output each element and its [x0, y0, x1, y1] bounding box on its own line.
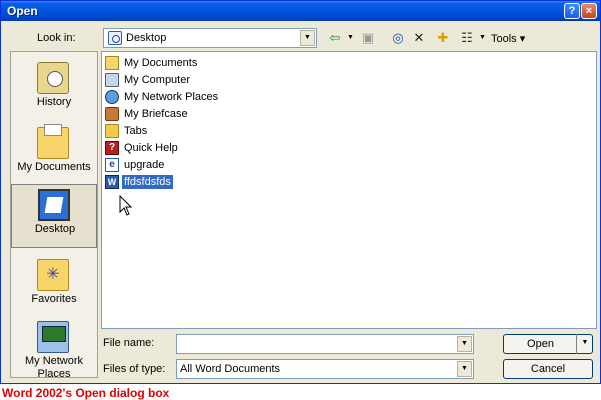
file-name: Quick Help — [124, 142, 178, 154]
views-dropdown-icon[interactable]: ▼ — [479, 31, 486, 45]
word-document-icon: W — [105, 175, 119, 189]
place-label: My Network Places — [24, 355, 84, 380]
chevron-down-icon[interactable]: ▼ — [457, 361, 472, 377]
title-bar: Open ? × — [1, 1, 600, 21]
tools-label: Tools — [491, 33, 517, 45]
files-of-type-select[interactable]: All Word Documents ▼ — [176, 359, 474, 379]
look-in-label: Look in: — [37, 32, 76, 44]
desktop-icon — [38, 189, 70, 221]
file-list[interactable]: My Documents My Computer My Network Plac… — [101, 51, 597, 329]
help-file-icon: ? — [105, 141, 119, 155]
history-icon — [37, 62, 69, 94]
tools-menu[interactable]: Tools ▾ — [491, 32, 525, 45]
dialog-title: Open — [7, 4, 38, 18]
folder-icon — [105, 124, 119, 138]
files-of-type-value: All Word Documents — [180, 363, 281, 375]
mouse-cursor-icon — [119, 195, 133, 216]
my-documents-icon — [37, 124, 69, 159]
my-documents-icon — [105, 56, 119, 70]
place-label: Desktop — [34, 223, 76, 235]
place-label: Favorites — [31, 293, 77, 305]
place-my-documents[interactable]: My Documents — [11, 123, 97, 187]
file-name-input[interactable]: ▼ — [176, 334, 474, 354]
network-places-icon — [37, 321, 69, 353]
file-name: upgrade — [124, 159, 165, 171]
open-dialog: Open ? × Look in: Desktop ▼ ⇦ ▼ ▣ ◎ ✕ ✚ … — [0, 0, 601, 384]
help-button[interactable]: ? — [564, 3, 580, 19]
open-label: Open — [527, 338, 554, 350]
file-name-label: File name: — [103, 337, 155, 349]
file-name: My Documents — [124, 57, 198, 69]
look-in-combo[interactable]: Desktop ▼ — [103, 28, 317, 48]
file-name: My Computer — [124, 74, 191, 86]
open-options-chevron-icon[interactable]: ▼ — [576, 334, 593, 354]
chevron-down-icon[interactable]: ▼ — [300, 30, 315, 46]
files-of-type-label: Files of type: — [103, 363, 166, 375]
favorites-icon: ✳ — [37, 259, 69, 291]
file-name: My Briefcase — [124, 108, 188, 120]
close-button[interactable]: × — [581, 3, 597, 19]
search-web-icon[interactable]: ◎ — [389, 29, 407, 47]
place-history[interactable]: History — [11, 58, 97, 122]
back-icon[interactable]: ⇦ — [325, 29, 345, 47]
place-my-network-places[interactable]: My Network Places — [11, 317, 97, 380]
views-icon[interactable]: ☷ — [457, 29, 477, 47]
cancel-button[interactable]: Cancel — [503, 359, 593, 379]
chevron-down-icon[interactable]: ▼ — [457, 336, 472, 352]
chevron-down-icon: ▾ — [519, 33, 526, 45]
desktop-icon — [108, 31, 122, 45]
places-bar: History My Documents Desktop ✳ Favorites… — [10, 51, 98, 380]
delete-icon[interactable]: ✕ — [411, 29, 427, 47]
file-name: ffdsfdsfds — [122, 175, 173, 189]
shortcut-icon: e — [105, 158, 119, 172]
look-in-value: Desktop — [126, 32, 167, 44]
network-places-icon — [105, 90, 119, 104]
place-desktop[interactable]: Desktop — [11, 184, 97, 248]
my-computer-icon — [105, 73, 119, 87]
up-one-level-icon[interactable]: ▣ — [359, 29, 377, 47]
place-favorites[interactable]: ✳ Favorites — [11, 255, 97, 319]
place-label: My Documents — [17, 161, 91, 173]
figure-caption: Word 2002's Open dialog box — [2, 386, 170, 400]
back-dropdown-icon[interactable]: ▼ — [347, 31, 354, 45]
file-name: My Network Places — [124, 91, 219, 103]
new-folder-icon[interactable]: ✚ — [433, 29, 453, 47]
briefcase-icon — [105, 107, 119, 121]
file-name: Tabs — [124, 125, 148, 137]
place-label: History — [36, 96, 72, 108]
